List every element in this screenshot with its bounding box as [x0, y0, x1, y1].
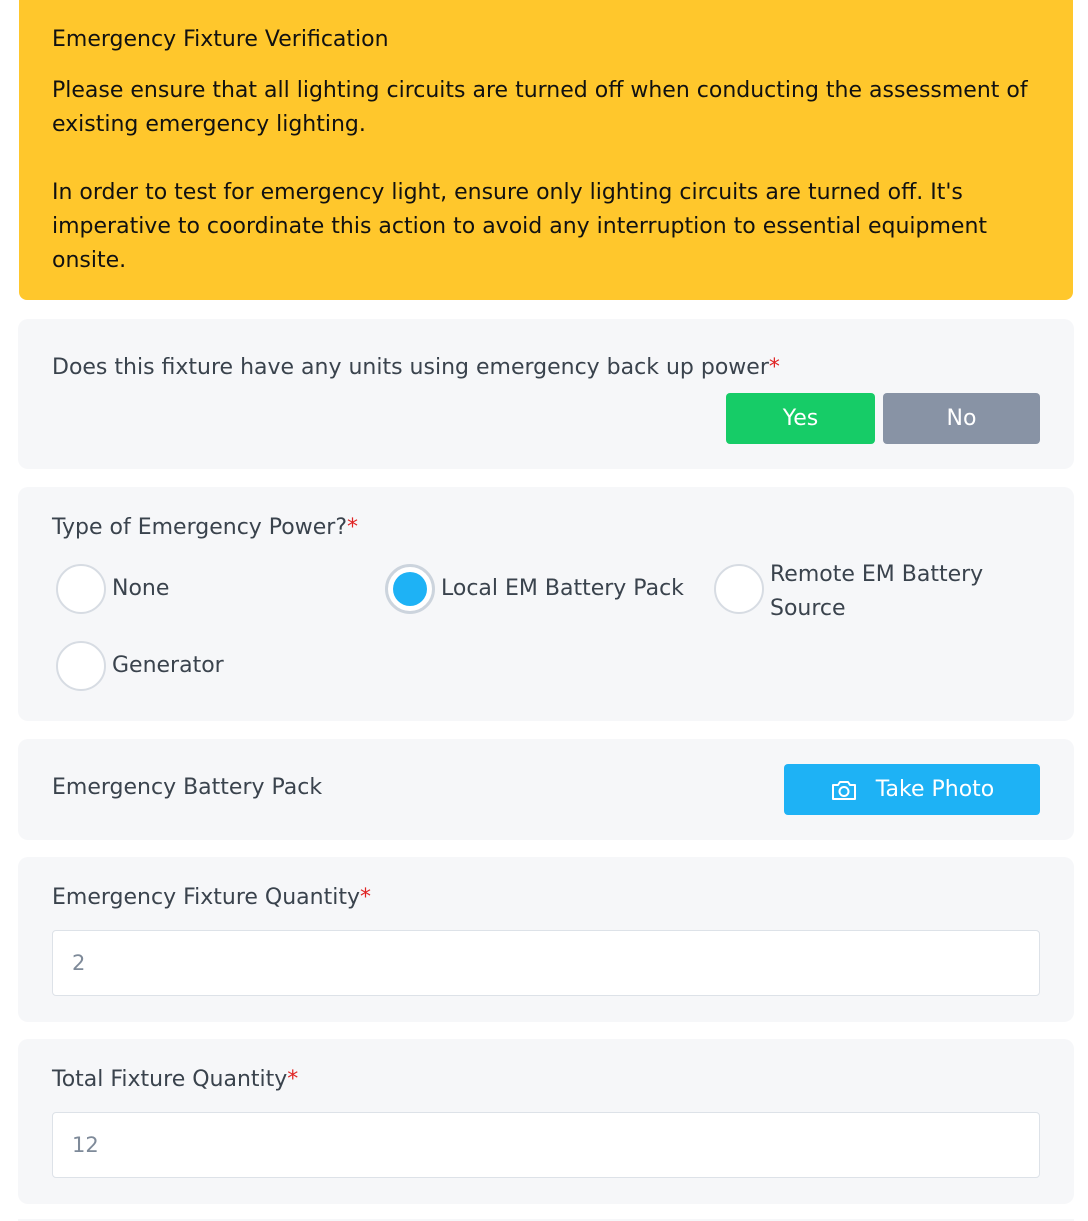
yes-button[interactable]: Yes [726, 393, 875, 444]
power-type-card: Type of Emergency Power?* None Local EM … [18, 487, 1074, 721]
battery-pack-card: Emergency Battery Pack Take Photo [18, 739, 1074, 840]
radio-label-none: None [112, 576, 170, 601]
backup-power-question-text: Does this fixture have any units using e… [52, 355, 769, 380]
take-photo-label: Take Photo [875, 777, 995, 802]
radio-option-generator[interactable]: Generator [56, 641, 224, 691]
power-type-question-text: Type of Emergency Power? [52, 515, 347, 540]
emergency-quantity-label-text: Emergency Fixture Quantity [52, 885, 360, 910]
backup-power-card: Does this fixture have any units using e… [18, 319, 1074, 469]
radio-button-none[interactable] [56, 564, 106, 614]
radio-label-remote-em-battery-source: Remote EM Battery Source [770, 562, 984, 621]
notice-paragraph-2: In order to test for emergency light, en… [52, 180, 988, 273]
battery-pack-label: Emergency Battery Pack [52, 775, 323, 800]
radio-option-none[interactable]: None [56, 564, 169, 614]
emergency-notice-banner: Emergency Fixture Verification Please en… [19, 0, 1073, 300]
notice-title: Emergency Fixture Verification [52, 27, 389, 52]
radio-label-generator: Generator [112, 653, 224, 678]
required-marker: * [768, 355, 780, 380]
emergency-quantity-input[interactable] [52, 930, 1040, 996]
total-quantity-input[interactable] [52, 1112, 1040, 1178]
required-marker: * [287, 1067, 299, 1092]
camera-icon [830, 778, 858, 802]
radio-label-local-em-battery-pack: Local EM Battery Pack [441, 576, 684, 601]
radio-button-local-em-battery-pack[interactable] [385, 564, 435, 614]
emergency-quantity-label: Emergency Fixture Quantity* [52, 883, 371, 913]
notice-paragraph-1: Please ensure that all lighting circuits… [52, 78, 1028, 137]
backup-power-question: Does this fixture have any units using e… [52, 353, 780, 383]
total-quantity-card: Total Fixture Quantity* [18, 1039, 1074, 1204]
radio-button-generator[interactable] [56, 641, 106, 691]
required-marker: * [360, 885, 371, 910]
total-quantity-label: Total Fixture Quantity* [52, 1065, 298, 1095]
no-button[interactable]: No [883, 393, 1040, 444]
total-quantity-label-text: Total Fixture Quantity [52, 1067, 288, 1092]
take-photo-button[interactable]: Take Photo [784, 764, 1040, 815]
emergency-quantity-card: Emergency Fixture Quantity* [18, 857, 1074, 1022]
radio-option-remote-em-battery-source[interactable]: Remote EM Battery Source [714, 562, 1014, 626]
radio-option-local-em-battery-pack[interactable]: Local EM Battery Pack [385, 564, 684, 614]
radio-button-remote-em-battery-source[interactable] [714, 564, 764, 614]
power-type-question: Type of Emergency Power?* [52, 513, 358, 543]
required-marker: * [347, 515, 358, 540]
